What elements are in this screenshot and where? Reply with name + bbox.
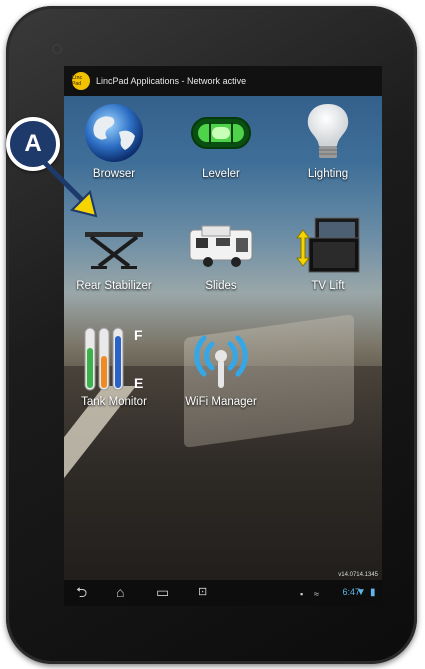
app-wifi-manager[interactable]: WiFi Manager bbox=[171, 326, 271, 408]
app-slides[interactable]: Slides bbox=[171, 214, 271, 292]
notification-icon: ≈ bbox=[314, 589, 319, 599]
app-label: WiFi Manager bbox=[185, 396, 257, 408]
lightbulb-icon bbox=[293, 102, 363, 164]
android-nav-bar: ⮌ ⌂ ▭ ⊡ ▪ ≈ 6:47 ▼ ▮ bbox=[64, 580, 382, 606]
gauge-full-label: F bbox=[134, 327, 143, 343]
wifi-status-icon: ▼ bbox=[356, 587, 366, 598]
version-label: v14.0714.1345 bbox=[338, 572, 378, 578]
app-tank-monitor[interactable]: F E Tank Monitor bbox=[64, 326, 164, 408]
app-label: Slides bbox=[205, 280, 237, 292]
screenshot-icon[interactable]: ⊡ bbox=[198, 585, 207, 599]
wifi-icon bbox=[186, 326, 256, 392]
usb-icon: ▪ bbox=[300, 589, 304, 599]
battery-icon: ▮ bbox=[370, 587, 376, 598]
globe-icon bbox=[79, 102, 149, 164]
callout-arrow-icon bbox=[42, 160, 98, 218]
lincpad-logo: Linc Pad bbox=[72, 72, 90, 90]
app-label: Leveler bbox=[202, 168, 240, 180]
app-label: Lighting bbox=[307, 168, 349, 180]
front-camera bbox=[52, 44, 62, 54]
app-title-bar: Linc Pad LincPad Applications - Network … bbox=[64, 66, 382, 96]
app-title: LincPad Applications - Network active bbox=[96, 76, 247, 86]
app-label: Rear Stabilizer bbox=[76, 280, 152, 292]
recents-icon[interactable]: ▭ bbox=[156, 585, 169, 599]
tank-gauge-icon: F E bbox=[79, 326, 149, 392]
app-leveler[interactable]: Leveler bbox=[171, 102, 271, 180]
gauge-empty-label: E bbox=[134, 375, 143, 391]
home-icon[interactable]: ⌂ bbox=[116, 585, 124, 599]
rv-slides-icon bbox=[186, 214, 256, 276]
app-label: Tank Monitor bbox=[81, 396, 147, 408]
tv-lift-icon bbox=[293, 214, 363, 276]
app-label: TV Lift bbox=[311, 280, 345, 292]
app-lighting[interactable]: Lighting bbox=[278, 102, 378, 180]
tablet-screen: Linc Pad LincPad Applications - Network … bbox=[64, 66, 382, 606]
tablet-device: Linc Pad LincPad Applications - Network … bbox=[6, 6, 417, 664]
level-icon bbox=[186, 102, 256, 164]
app-tv-lift[interactable]: TV Lift bbox=[278, 214, 378, 292]
back-icon[interactable]: ⮌ bbox=[76, 585, 87, 599]
